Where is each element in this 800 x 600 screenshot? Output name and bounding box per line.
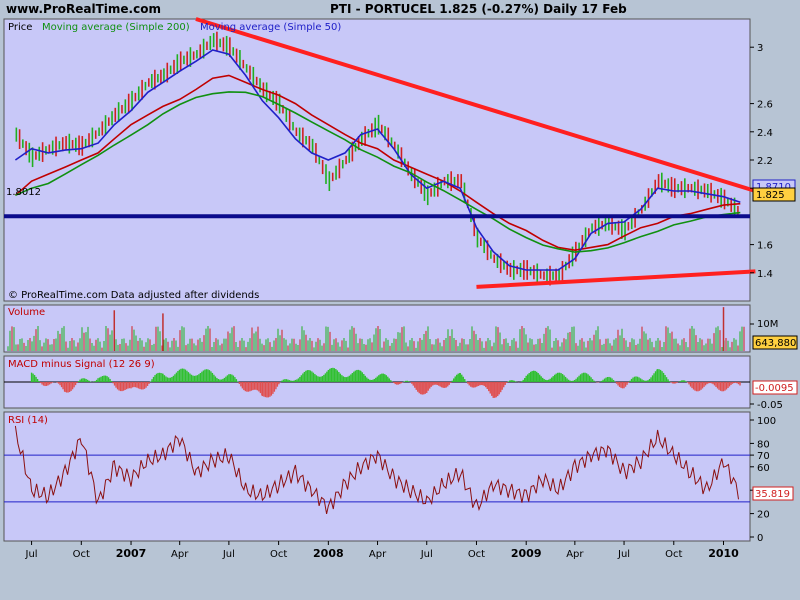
xaxis-label: 2009 [511, 547, 542, 560]
xaxis-label: Jul [25, 549, 38, 560]
rsi-panel [3, 411, 751, 542]
xaxis-label: Jul [222, 549, 235, 560]
xaxis-label: Oct [665, 549, 682, 560]
volume-value: 643,880 [755, 338, 796, 349]
legend-ma50: Moving average (Simple 50) [200, 22, 341, 33]
xaxis-label: Oct [270, 549, 287, 560]
volume-tick: 10M [757, 319, 778, 330]
xaxis-label: Oct [73, 549, 90, 560]
legend-rsi: RSI (14) [8, 415, 48, 426]
chart-canvas: 32.62.42.221.61.410080706040200JulOct200… [3, 17, 798, 560]
xaxis-label: 2008 [313, 547, 344, 560]
legend-volume: Volume [8, 307, 45, 318]
xaxis-label: Apr [369, 549, 387, 560]
xaxis-label: Jul [617, 549, 630, 560]
support-value-label: 1.8012 [6, 187, 41, 198]
legend-macd: MACD minus Signal (12 26 9) [8, 359, 155, 370]
price-ytick-label: 1.6 [757, 241, 773, 252]
rsi-ytick-label: 20 [757, 510, 770, 521]
xaxis-label: Oct [468, 549, 485, 560]
rsi-value: 35.819 [755, 489, 790, 500]
price-panel [3, 18, 751, 302]
price-ytick-label: 2.6 [757, 100, 773, 111]
xaxis-label: Apr [171, 549, 189, 560]
legend-price: Price [8, 22, 32, 33]
rsi-ytick-label: 0 [757, 533, 763, 544]
price-ytick-label: 2.4 [757, 128, 773, 139]
price-ytick-label: 3 [757, 43, 763, 54]
rsi-ytick-label: 60 [757, 463, 770, 474]
macd-value: -0.0095 [755, 383, 794, 394]
macd-tick: -0.05 [757, 400, 783, 411]
xaxis-label: Apr [566, 549, 584, 560]
price-ytick-label: 2.2 [757, 156, 773, 167]
price-ytick-label: 1.4 [757, 269, 773, 280]
rsi-ytick-label: 100 [757, 416, 776, 427]
xaxis-label: 2010 [708, 547, 739, 560]
last-price: 1.825 [756, 190, 785, 201]
rsi-ytick-label: 80 [757, 439, 770, 450]
xaxis-label: 2007 [116, 547, 147, 560]
rsi-ytick-label: 70 [757, 451, 770, 462]
legend-ma200: Moving average (Simple 200) [42, 22, 190, 33]
xaxis-label: Jul [420, 549, 433, 560]
annotation: © ProRealTime.com Data adjusted after di… [8, 290, 259, 301]
